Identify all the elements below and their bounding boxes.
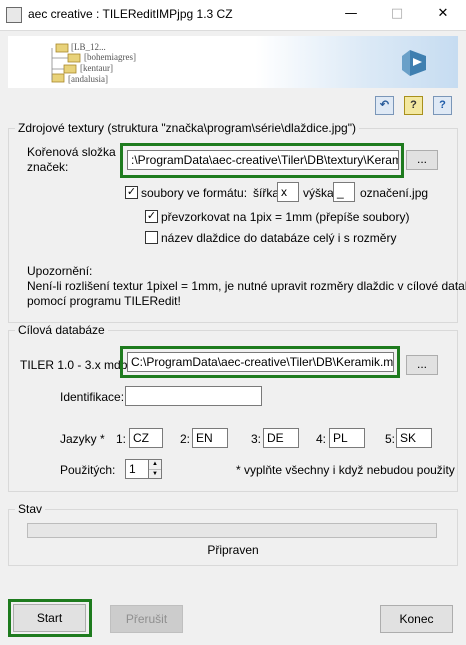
help-book-icon[interactable]: ? bbox=[404, 96, 423, 115]
used-count-label: Použitých: bbox=[60, 463, 116, 477]
back-icon[interactable]: ↶ bbox=[375, 96, 394, 115]
aec-logo-icon bbox=[402, 50, 426, 76]
source-group-legend: Zdrojové textury (struktura "značka\prog… bbox=[18, 121, 356, 135]
target-group-legend: Cílová databáze bbox=[18, 323, 105, 337]
tree-item-4: [andalusia] bbox=[68, 74, 108, 84]
resample-label: převzorkovat na 1pix = 1mm (přepíše soub… bbox=[161, 210, 410, 224]
height-label: výška bbox=[303, 186, 334, 200]
root-folder-label-line2: značek: bbox=[27, 160, 69, 174]
languages-label: Jazyky * bbox=[60, 432, 105, 446]
progress-bar bbox=[27, 523, 437, 538]
language-5-number: 5: bbox=[385, 432, 396, 446]
app-icon bbox=[6, 7, 22, 23]
language-4-input[interactable]: PL bbox=[329, 428, 365, 448]
title-bar: aec creative : TILEReditIMPjpg 1.3 CZ — … bbox=[0, 0, 466, 31]
language-1-number: 1: bbox=[116, 432, 127, 446]
full-name-label: název dlaždice do databáze celý i s rozm… bbox=[161, 231, 397, 245]
language-2-number: 2: bbox=[180, 432, 191, 446]
identification-input[interactable] bbox=[125, 386, 262, 406]
root-folder-label-line1: Kořenová složka bbox=[27, 145, 116, 159]
warning-title: Upozornění: bbox=[27, 264, 93, 278]
language-3-input[interactable]: DE bbox=[263, 428, 299, 448]
folder-tree-graphic: [LB_12... [bohemiagres] [kentaur] [andal… bbox=[51, 42, 426, 84]
status-legend: Stav bbox=[18, 502, 43, 516]
tree-item-3: [kentaur] bbox=[80, 63, 113, 73]
start-button[interactable]: Start bbox=[13, 604, 86, 632]
warning-line2: pomocí programu TILERedit! bbox=[27, 294, 181, 308]
root-folder-input[interactable]: :\ProgramData\aec-creative\Tiler\DB\text… bbox=[127, 150, 399, 170]
close-button[interactable]: ✕ bbox=[420, 0, 466, 30]
height-input[interactable]: _ bbox=[333, 182, 355, 202]
window-title: aec creative : TILEReditIMPjpg 1.3 CZ bbox=[28, 7, 233, 21]
used-count-input[interactable]: 1 bbox=[125, 459, 149, 479]
spin-down-icon[interactable]: ▼ bbox=[149, 470, 161, 479]
languages-note: * vyplňte všechny i když nebudou použity bbox=[236, 463, 455, 477]
width-input[interactable]: x bbox=[277, 182, 299, 202]
width-label: šířka bbox=[253, 186, 280, 200]
identification-label: Identifikace: bbox=[60, 390, 125, 404]
format-label: soubory ve formátu: bbox=[141, 186, 248, 200]
full-name-checkbox[interactable] bbox=[145, 231, 158, 244]
end-button[interactable]: Konec bbox=[380, 605, 453, 633]
format-checkbox[interactable]: ✓ bbox=[125, 186, 138, 199]
suffix-label: označení.jpg bbox=[360, 186, 429, 200]
language-4-number: 4: bbox=[316, 432, 327, 446]
status-text: Připraven bbox=[207, 543, 259, 557]
root-folder-browse-button[interactable]: ... bbox=[406, 150, 438, 170]
help-icon[interactable]: ? bbox=[433, 96, 452, 115]
used-count-spinner[interactable]: ▲ ▼ bbox=[149, 459, 162, 479]
mdb-path-input[interactable]: C:\ProgramData\aec-creative\Tiler\DB\Ker… bbox=[127, 352, 394, 372]
language-2-input[interactable]: EN bbox=[192, 428, 228, 448]
stop-button[interactable]: Přerušit bbox=[110, 605, 183, 633]
warning-line1: Není-li rozlišení textur 1pixel = 1mm, j… bbox=[27, 279, 466, 293]
mdb-label: TILER 1.0 - 3.x mdb: bbox=[20, 358, 131, 372]
banner-image: [LB_12... [bohemiagres] [kentaur] [andal… bbox=[8, 36, 458, 88]
tree-item-2: [bohemiagres] bbox=[84, 52, 136, 62]
spin-up-icon[interactable]: ▲ bbox=[149, 460, 161, 470]
language-5-input[interactable]: SK bbox=[396, 428, 432, 448]
language-3-number: 3: bbox=[251, 432, 262, 446]
language-1-input[interactable]: CZ bbox=[129, 428, 163, 448]
maximize-button[interactable]: □ bbox=[374, 0, 420, 30]
tree-item-1: [LB_12... bbox=[71, 42, 106, 52]
mdb-browse-button[interactable]: ... bbox=[406, 355, 438, 375]
resample-checkbox[interactable]: ✓ bbox=[145, 210, 158, 223]
minimize-button[interactable]: — bbox=[328, 0, 374, 30]
